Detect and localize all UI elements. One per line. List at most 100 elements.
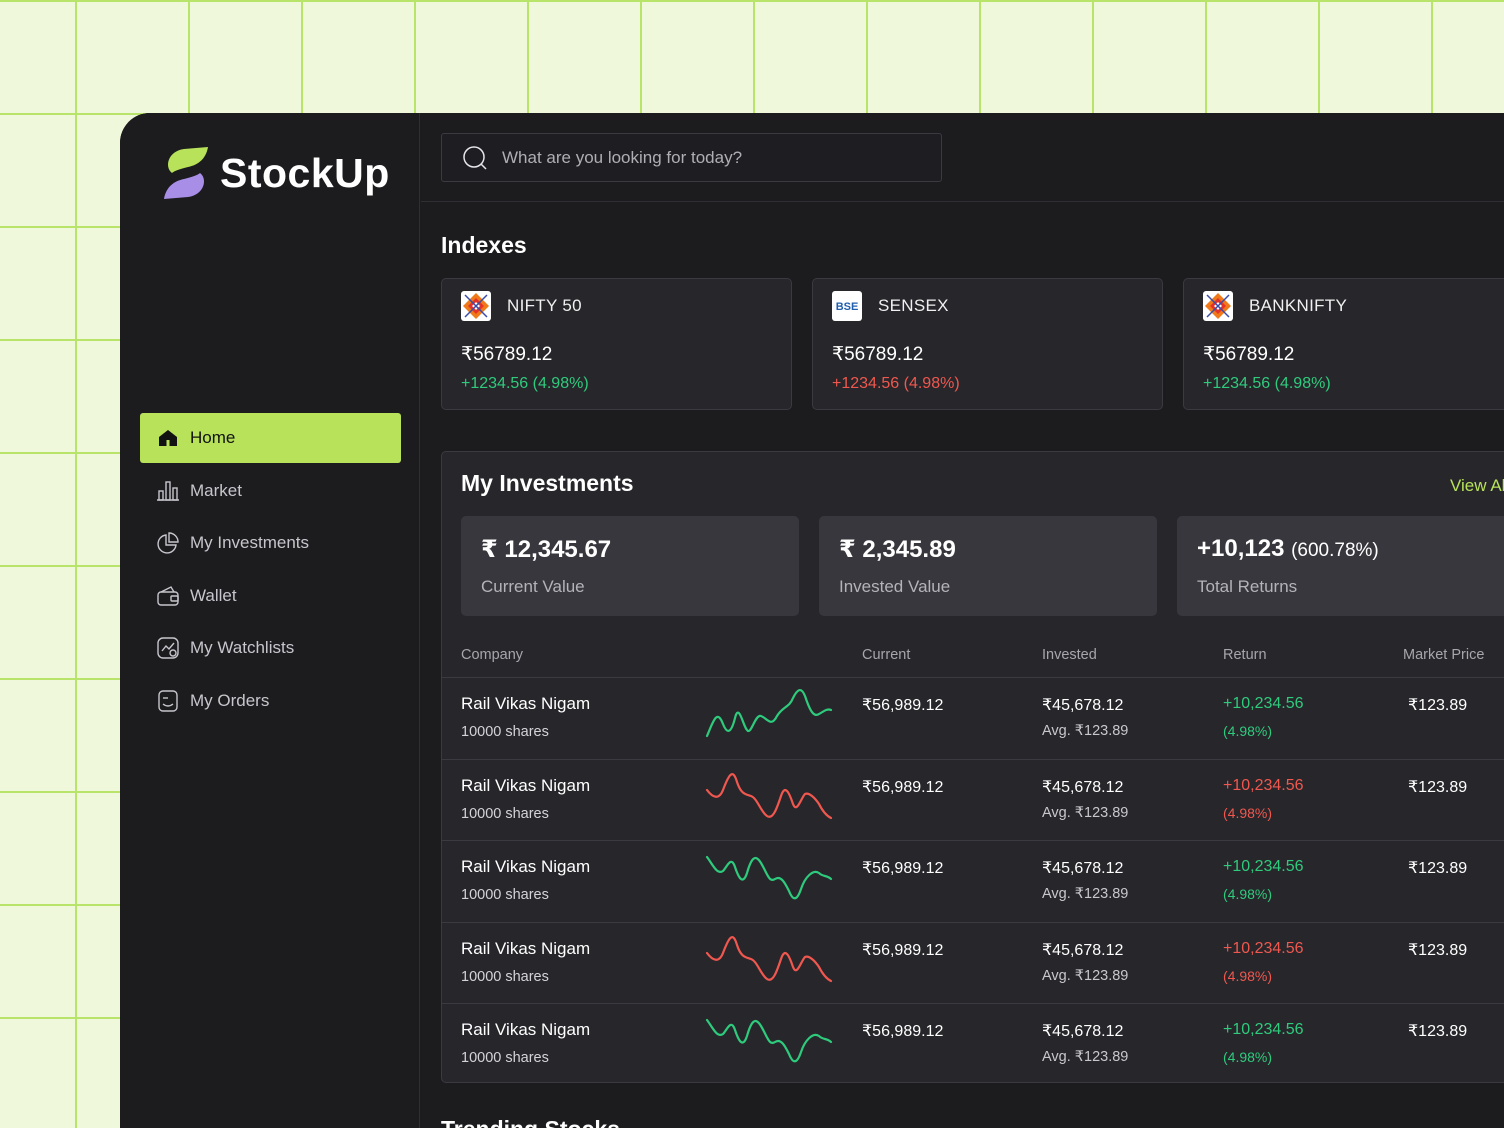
trending-stocks-title: Trending Stocks (441, 1116, 620, 1128)
table-row[interactable]: Rail Vikas Nigam 10000 shares ₹56,989.12 ₹4… (442, 1004, 1504, 1086)
index-value: ₹56789.12 (461, 344, 553, 365)
return-percent: (4.98%) (1223, 804, 1273, 821)
column-header-market-price[interactable]: Market Price (1403, 647, 1484, 663)
total-returns-card: +10,123 (600.78%) Total Returns (1177, 516, 1504, 616)
wallet-icon (156, 584, 180, 608)
company-name: Rail Vikas Nigam (461, 857, 591, 876)
my-investments-panel: My Investments View All ₹ 12,345.67 Curr… (441, 451, 1504, 1083)
current-value: ₹56,989.12 (862, 778, 944, 796)
sidebar-item-home[interactable]: Home (140, 413, 401, 463)
stat-label: Current Value (481, 577, 585, 596)
table-row[interactable]: Rail Vikas Nigam 10000 shares ₹56,989.12 ₹4… (442, 841, 1504, 923)
nse-logo-icon (1203, 291, 1233, 321)
shares-count: 10000 shares (461, 1050, 549, 1066)
company-name: Rail Vikas Nigam (461, 1020, 591, 1039)
market-price: ₹123.89 (1408, 860, 1468, 877)
return-percent: (4.98%) (1223, 886, 1273, 902)
index-card-sensex[interactable]: BSE SENSEX ₹56789.12 +1234.56 (4.98%) (812, 278, 1163, 410)
sidebar-item-label: Wallet (190, 585, 237, 605)
invested-value: ₹45,678.12 (1042, 697, 1124, 714)
search-icon (463, 145, 487, 170)
stat-value: ₹ 2,345.89 (839, 536, 956, 563)
table-row[interactable]: Rail Vikas Nigam 10000 shares ₹56,989.12 ₹4… (442, 678, 1504, 760)
market-price: ₹123.89 (1408, 941, 1468, 959)
column-header-current[interactable]: Current (862, 647, 910, 663)
return-percent: (4.98%) (1223, 1049, 1273, 1065)
table-header: Company Current Invested Return Market P… (442, 642, 1504, 678)
invested-value: ₹45,678.12 (1042, 778, 1124, 796)
nse-logo-icon (461, 291, 491, 321)
sidebar-nav: Home Market My Investments Wallet My Wat… (140, 413, 401, 729)
current-value: ₹56,989.12 (862, 697, 944, 714)
invested-value: ₹45,678.12 (1042, 860, 1124, 877)
current-value: ₹56,989.12 (862, 1023, 944, 1040)
company-name: Rail Vikas Nigam (461, 938, 591, 958)
svg-text:BSE: BSE (836, 301, 859, 313)
stat-label: Invested Value (839, 577, 951, 596)
sparkline-chart (705, 689, 833, 738)
invested-value: ₹45,678.12 (1042, 941, 1124, 959)
market-price: ₹123.89 (1408, 1023, 1468, 1040)
search-input[interactable] (502, 147, 922, 168)
index-name: SENSEX (878, 296, 949, 315)
sidebar-item-label: My Investments (190, 533, 310, 553)
sidebar-item-label: Market (190, 480, 242, 500)
market-price: ₹123.89 (1408, 778, 1468, 796)
average-price: Avg. ₹123.89 (1042, 967, 1129, 984)
shares-count: 10000 shares (461, 805, 549, 822)
table-row[interactable]: Rail Vikas Nigam 10000 shares ₹56,989.12 ₹4… (442, 923, 1504, 1004)
main-content: Indexes NIFTY 50 ₹56789.12 +1234.56 (4.9… (421, 113, 1504, 1128)
invested-value: ₹45,678.12 (1042, 1023, 1124, 1040)
current-value-card: ₹ 12,345.67 Current Value (461, 516, 799, 616)
total-returns-value: +10,123 (1197, 535, 1285, 562)
index-card-banknifty[interactable]: BANKNIFTY ₹56789.12 +1234.56 (4.98%) (1183, 278, 1504, 410)
my-investments-title: My Investments (461, 470, 634, 496)
app-window: StockUp Home Market My Investments Walle… (120, 113, 1504, 1128)
index-name: BANKNIFTY (1249, 296, 1348, 315)
index-change: +1234.56 (4.98%) (832, 375, 960, 392)
shares-count: 10000 shares (461, 887, 549, 903)
stat-value: +10,123 (600.78%) (1197, 535, 1379, 563)
column-header-return[interactable]: Return (1223, 647, 1267, 663)
home-icon (156, 426, 180, 450)
invested-value-card: ₹ 2,345.89 Invested Value (819, 516, 1157, 616)
return-value: +10,234.56 (1223, 858, 1304, 875)
orders-icon (156, 689, 180, 713)
sidebar-item-my-watchlists[interactable]: My Watchlists (140, 623, 401, 673)
total-returns-pct: (600.78%) (1291, 540, 1379, 561)
sparkline-chart (705, 855, 833, 900)
index-change: +1234.56 (4.98%) (461, 375, 589, 392)
sidebar-item-my-orders[interactable]: My Orders (140, 676, 401, 726)
return-percent: (4.98%) (1223, 967, 1273, 984)
sidebar-item-market[interactable]: Market (140, 466, 401, 516)
stockup-logo-icon (164, 147, 208, 199)
indexes-title: Indexes (441, 232, 527, 258)
current-value: ₹56,989.12 (862, 941, 944, 959)
pie-chart-icon (156, 531, 180, 555)
return-value: +10,234.56 (1223, 1021, 1304, 1038)
market-price: ₹123.89 (1408, 697, 1468, 714)
sidebar-item-label: Home (190, 428, 236, 447)
average-price: Avg. ₹123.89 (1042, 804, 1129, 821)
stat-value: ₹ 12,345.67 (481, 536, 612, 563)
sidebar-item-my-investments[interactable]: My Investments (140, 518, 401, 568)
return-value: +10,234.56 (1223, 776, 1304, 794)
column-header-invested[interactable]: Invested (1042, 647, 1097, 663)
return-percent: (4.98%) (1223, 723, 1273, 739)
sidebar-item-wallet[interactable]: Wallet (140, 571, 401, 621)
index-card-nifty-50[interactable]: NIFTY 50 ₹56789.12 +1234.56 (4.98%) (441, 278, 792, 410)
index-value: ₹56789.12 (1203, 344, 1295, 365)
index-value: ₹56789.12 (832, 344, 924, 365)
stat-label: Total Returns (1197, 577, 1298, 596)
watchlist-icon (156, 636, 180, 660)
sparkline-chart (705, 1018, 833, 1063)
shares-count: 10000 shares (461, 968, 549, 985)
column-header-company[interactable]: Company (461, 647, 523, 663)
view-all-link[interactable]: View All (1450, 476, 1504, 496)
average-price: Avg. ₹123.89 (1042, 886, 1129, 902)
table-row[interactable]: Rail Vikas Nigam 10000 shares ₹56,989.12 ₹4… (442, 760, 1504, 841)
sidebar-item-label: My Orders (190, 690, 270, 710)
sidebar-item-label: My Watchlists (190, 638, 295, 658)
brand-logo[interactable]: StockUp (162, 145, 390, 201)
top-bar (421, 113, 1504, 202)
